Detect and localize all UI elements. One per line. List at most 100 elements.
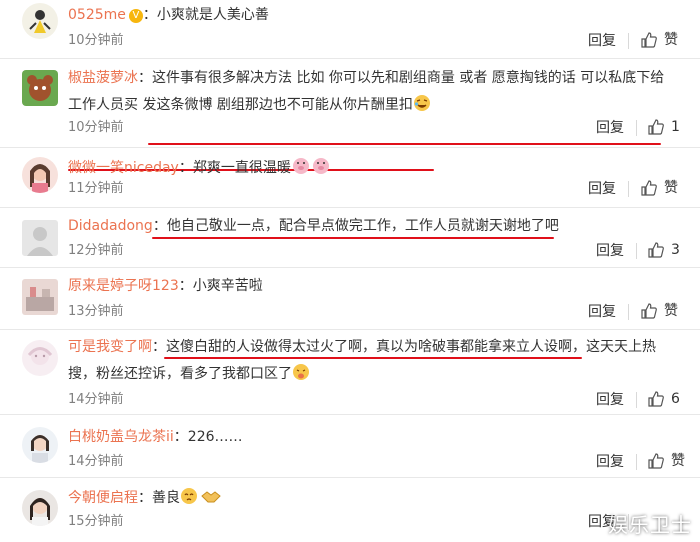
avatar[interactable] — [22, 70, 58, 106]
avatar[interactable] — [22, 220, 58, 256]
comment-line-2: 工作人员买 发这条微博 剧组那边也不可能从你片酬里扣 — [68, 94, 431, 118]
username-link[interactable]: 白桃奶盖乌龙茶ii — [68, 429, 174, 445]
avatar[interactable] — [22, 427, 58, 463]
like-button[interactable]: 赞 — [640, 179, 678, 197]
username-link[interactable]: 椒盐菠萝冰 — [68, 70, 138, 86]
colon: ： — [142, 7, 157, 23]
divider — [628, 181, 629, 197]
divider — [636, 454, 637, 470]
vomit-emoji-icon — [292, 363, 310, 387]
comment-text: 这傻白甜的人设做得太过火了啊，真以为啥破事都能拿来立人设啊，这天天上热 — [166, 339, 656, 355]
comment-item: 椒盐菠萝冰：这件事有很多解决方法 比如 你可以先和剧组商量 或者 愿意掏钱的话 … — [0, 59, 700, 171]
like-label: 赞 — [664, 303, 678, 319]
colon: ： — [152, 218, 167, 234]
like-button[interactable]: 赞 — [640, 302, 678, 320]
comment-text: 这件事有很多解决方法 比如 你可以先和剧组商量 或者 愿意掏钱的话 可以私底下给 — [152, 70, 665, 86]
comment-line: 今朝便启程：善良 — [68, 487, 222, 511]
comment-text: 226…… — [187, 429, 243, 445]
comment-item: 0525me V ：小爽就是人美心善 10分钟前 回复 赞 — [0, 0, 700, 59]
username-link[interactable]: 微微一笑niceday — [68, 160, 179, 176]
avatar[interactable] — [22, 157, 58, 193]
thumbs-up-icon — [648, 242, 664, 258]
like-button[interactable]: 1 — [647, 118, 680, 136]
comment-item: Didadadong：他自己敬业一点，配合早点做完工作，工作人员就谢天谢地了吧 … — [0, 208, 700, 268]
reply-button[interactable]: 回复 — [596, 453, 624, 471]
avatar[interactable] — [22, 490, 58, 526]
like-count: 3 — [671, 242, 680, 258]
divider — [628, 33, 629, 49]
handshake-emoji-icon — [200, 487, 222, 511]
colon: ： — [138, 70, 152, 86]
comment-text: 善良 — [152, 490, 180, 506]
comment-item: 白桃奶盖乌龙茶ii：226…… 14分钟前 回复 赞 — [0, 415, 700, 478]
reply-button[interactable]: 回复 — [596, 242, 624, 260]
reply-button[interactable]: 回复 — [588, 303, 616, 321]
like-button[interactable]: 赞 — [647, 452, 685, 470]
thumbs-up-icon — [648, 391, 664, 407]
comment-item: 原来是婷子呀123：小爽辛苦啦 13分钟前 回复 赞 — [0, 268, 700, 330]
colon: ： — [178, 278, 193, 294]
comment-item: 微微一笑niceday：郑爽一直很温暖 11分钟前 回复 赞 — [0, 148, 700, 208]
timestamp: 12分钟前 — [68, 243, 124, 258]
divider — [636, 120, 637, 136]
divider — [636, 243, 637, 259]
like-count: 1 — [671, 119, 680, 135]
thumbs-up-icon — [641, 180, 657, 196]
verified-v-badge-icon: V — [128, 9, 143, 23]
thumbs-up-icon — [641, 303, 657, 319]
timestamp: 14分钟前 — [68, 454, 124, 469]
comment-line: Didadadong：他自己敬业一点，配合早点做完工作，工作人员就谢天谢地了吧 — [68, 216, 559, 236]
username-link[interactable]: Didadadong — [68, 218, 153, 234]
avatar[interactable] — [22, 340, 58, 376]
thumbs-up-icon — [648, 119, 664, 135]
divider — [636, 392, 637, 408]
like-button[interactable]: 赞 — [640, 31, 678, 49]
colon: ： — [138, 490, 152, 506]
comment-line: 原来是婷子呀123：小爽辛苦啦 — [68, 276, 263, 296]
username-link[interactable]: 可是我变了啊 — [68, 339, 152, 355]
comment-line: 0525me V ：小爽就是人美心善 — [68, 5, 269, 25]
username-link[interactable]: 原来是婷子呀123 — [68, 278, 179, 294]
like-label: 赞 — [671, 453, 685, 469]
comment-text: 小爽就是人美心善 — [156, 7, 269, 23]
timestamp: 15分钟前 — [68, 514, 124, 529]
comment-text: 郑爽一直很温暖 — [192, 160, 291, 176]
avatar[interactable] — [22, 3, 58, 39]
like-count: 6 — [671, 391, 680, 407]
pig-emoji-icon — [291, 155, 331, 181]
like-label: 赞 — [664, 32, 678, 48]
timestamp: 11分钟前 — [68, 181, 124, 196]
timestamp: 10分钟前 — [68, 33, 124, 48]
comment-line: 椒盐菠萝冰：这件事有很多解决方法 比如 你可以先和剧组商量 或者 愿意掏钱的话 … — [68, 68, 664, 88]
timestamp: 14分钟前 — [68, 392, 124, 407]
colon: ： — [152, 339, 166, 355]
reply-button[interactable]: 回复 — [596, 391, 624, 409]
timestamp: 10分钟前 — [68, 120, 124, 135]
like-button[interactable]: 6 — [647, 390, 680, 408]
thumbs-up-icon — [641, 32, 657, 48]
comment-text: 小爽辛苦啦 — [192, 278, 263, 294]
highlight-underline — [152, 237, 554, 239]
avatar[interactable] — [22, 279, 58, 315]
comment-text-continued: 搜，粉丝还控诉，看多了我都口区了 — [68, 366, 292, 382]
like-label: 赞 — [664, 180, 678, 196]
colon: ： — [173, 429, 188, 445]
moved-emoji-icon — [180, 487, 200, 511]
reply-button[interactable]: 回复 — [596, 119, 624, 137]
username-link[interactable]: 今朝便启程 — [68, 490, 138, 506]
comment-line-2: 搜，粉丝还控诉，看多了我都口区了 — [68, 363, 310, 387]
like-button[interactable]: 3 — [647, 241, 680, 259]
reply-button[interactable]: 回复 — [588, 32, 616, 50]
comment-line: 白桃奶盖乌龙茶ii：226…… — [68, 427, 243, 447]
comment-line: 微微一笑niceday：郑爽一直很温暖 — [68, 155, 331, 181]
watermark: 娱乐卫士 — [608, 513, 692, 537]
highlight-underline — [148, 143, 661, 145]
highlight-underline — [164, 357, 582, 359]
reply-button[interactable]: 回复 — [588, 180, 616, 198]
comment-item: 今朝便启程：善良 15分钟前 回复 — [0, 478, 700, 542]
timestamp: 13分钟前 — [68, 304, 124, 319]
colon: ： — [178, 160, 193, 176]
cry-laugh-emoji-icon — [413, 94, 431, 118]
username-link[interactable]: 0525me — [68, 7, 126, 23]
comment-line: 可是我变了啊：这傻白甜的人设做得太过火了啊，真以为啥破事都能拿来立人设啊，这天天… — [68, 337, 656, 357]
